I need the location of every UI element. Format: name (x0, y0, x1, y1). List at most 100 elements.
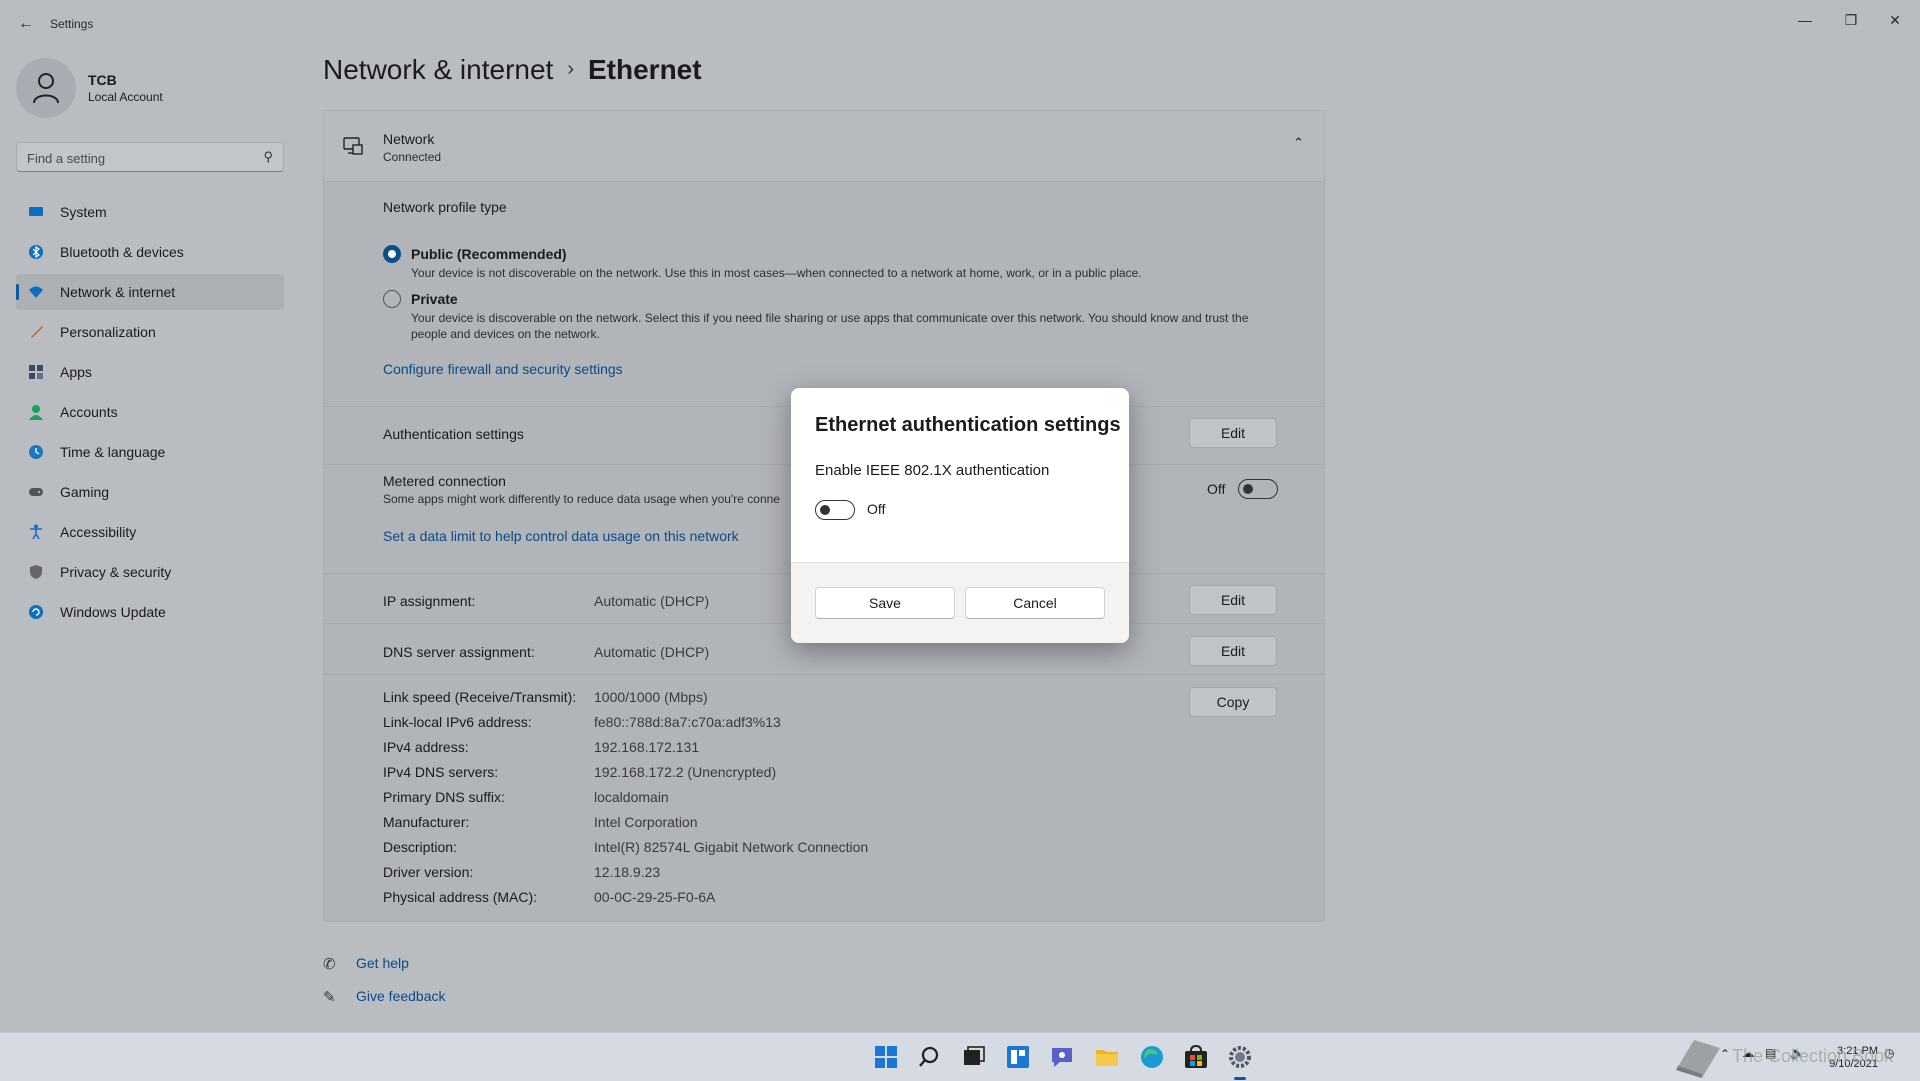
property-key: IPv4 address: (383, 739, 469, 755)
sidebar-item-apps[interactable]: Apps (16, 354, 284, 390)
sidebar-item-gaming[interactable]: Gaming (16, 474, 284, 510)
globe-clock-icon (29, 445, 43, 459)
sidebar-item-label: Accessibility (60, 524, 137, 540)
settings-icon (1229, 1046, 1251, 1068)
give-feedback-label: Give feedback (356, 988, 446, 1004)
public-description: Your device is not discoverable on the n… (411, 266, 1142, 280)
auth-settings-label: Authentication settings (383, 426, 524, 442)
ieee-toggle[interactable] (815, 500, 855, 520)
bluetooth-icon (29, 245, 43, 259)
task-view-icon[interactable] (960, 1043, 988, 1071)
property-value: fe80::788d:8a7:c70a:adf3%13 (594, 714, 781, 730)
property-key: Physical address (MAC): (383, 889, 538, 905)
network-header[interactable]: Network Connected ⌃ (324, 111, 1324, 182)
dialog-title: Ethernet authentication settings (815, 414, 1121, 436)
avatar (16, 58, 76, 118)
sidebar-item-network[interactable]: Network & internet (16, 274, 284, 310)
auth-edit-button[interactable]: Edit (1189, 418, 1277, 448)
dialog-footer: Save Cancel (791, 562, 1129, 643)
ip-edit-button[interactable]: Edit (1189, 585, 1277, 615)
watermark: The Collection Book (1670, 1032, 1893, 1080)
search-box[interactable]: ⚲ (16, 142, 284, 172)
sidebar-item-system[interactable]: System (16, 194, 284, 230)
sidebar-item-bluetooth[interactable]: Bluetooth & devices (16, 234, 284, 270)
close-icon[interactable]: ✕ (1880, 8, 1910, 32)
dns-assignment-value: Automatic (DHCP) (594, 644, 710, 660)
private-description-line2: people and devices on the network. (411, 327, 600, 341)
search-input[interactable] (25, 148, 249, 168)
network-status: Connected (383, 150, 442, 164)
sidebar-item-personalization[interactable]: Personalization (16, 314, 284, 350)
metered-description: Some apps might work differently to redu… (383, 492, 780, 506)
book-icon (1676, 1040, 1720, 1078)
ieee-toggle-label: Enable IEEE 802.1X authentication (815, 462, 1050, 479)
private-description-line1: Your device is discoverable on the netwo… (411, 311, 1249, 325)
data-limit-link[interactable]: Set a data limit to help control data us… (383, 528, 739, 544)
sidebar-item-label: System (60, 204, 107, 220)
sidebar-item-privacy-security[interactable]: Privacy & security (16, 554, 284, 590)
property-key: Driver version: (383, 864, 474, 880)
private-radio[interactable] (383, 290, 401, 308)
page-title: Ethernet (588, 54, 702, 85)
property-value: 12.18.9.23 (594, 864, 661, 880)
sidebar-item-time-language[interactable]: Time & language (16, 434, 284, 470)
divider (324, 674, 1324, 675)
shield-icon (30, 565, 42, 579)
taskbar: ⌃ ☁ ▤ 🔈 3:21 PM 9/10/2021 ◷ (0, 1032, 1920, 1081)
ethernet-auth-dialog: Ethernet authentication settings Enable … (791, 388, 1129, 643)
sidebar-item-accessibility[interactable]: Accessibility (16, 514, 284, 550)
property-value: Intel(R) 82574L Gigabit Network Connecti… (594, 839, 869, 855)
person-icon (29, 405, 43, 420)
sidebar-item-label: Bluetooth & devices (60, 244, 184, 260)
sidebar-item-label: Privacy & security (60, 564, 172, 580)
save-button[interactable]: Save (815, 587, 955, 619)
store-icon[interactable] (1182, 1043, 1210, 1071)
network-name: Network (383, 131, 435, 147)
property-value: 1000/1000 (Mbps) (594, 689, 708, 705)
copy-button[interactable]: Copy (1189, 687, 1277, 717)
arrow-left-icon[interactable]: ← (14, 12, 38, 36)
ip-assignment-label: IP assignment: (383, 593, 476, 609)
breadcrumb: Network & internet › Ethernet (323, 54, 702, 86)
public-radio[interactable] (383, 245, 401, 263)
edge-icon[interactable] (1138, 1043, 1166, 1071)
toggle-knob (820, 505, 830, 515)
property-value: 192.168.172.131 (594, 739, 700, 755)
property-key: Manufacturer: (383, 814, 470, 830)
start-icon[interactable] (872, 1043, 900, 1071)
breadcrumb-parent[interactable]: Network & internet (323, 54, 553, 85)
accessibility-icon (30, 524, 42, 540)
feedback-icon: ✎ (323, 989, 336, 1006)
firewall-settings-link[interactable]: Configure firewall and security settings (383, 361, 623, 377)
metered-toggle[interactable] (1238, 479, 1278, 499)
sidebar-item-label: Network & internet (60, 284, 176, 300)
get-help-label: Get help (356, 955, 409, 971)
property-key: IPv4 DNS servers: (383, 764, 499, 780)
chat-icon[interactable] (1048, 1043, 1076, 1071)
chevron-right-icon: › (567, 58, 574, 80)
person-icon (33, 73, 59, 104)
file-explorer-icon[interactable] (1093, 1043, 1121, 1071)
dns-edit-button[interactable]: Edit (1189, 636, 1277, 666)
private-label: Private (411, 291, 458, 307)
toggle-knob (1243, 484, 1253, 494)
search-icon[interactable]: ⚲ (263, 149, 273, 165)
sidebar-item-label: Windows Update (60, 604, 166, 620)
sidebar-item-windows-update[interactable]: Windows Update (16, 594, 284, 630)
minimize-icon[interactable]: — (1790, 8, 1820, 32)
property-value: 192.168.172.2 (Unencrypted) (594, 764, 777, 780)
sidebar-nav: System Bluetooth & devices Network & int… (16, 194, 284, 634)
property-key: Link speed (Receive/Transmit): (383, 689, 577, 705)
property-key: Link-local IPv6 address: (383, 714, 532, 730)
sidebar-item-label: Time & language (60, 444, 166, 460)
sidebar-item-accounts[interactable]: Accounts (16, 394, 284, 430)
ethernet-icon (343, 137, 363, 155)
update-icon (29, 605, 43, 619)
settings-taskbar-button[interactable] (1226, 1043, 1254, 1080)
widgets-icon[interactable] (1004, 1043, 1032, 1071)
search-icon[interactable] (917, 1043, 945, 1071)
cancel-button[interactable]: Cancel (965, 587, 1105, 619)
public-label: Public (Recommended) (411, 246, 567, 262)
chevron-up-icon[interactable]: ⌃ (1293, 135, 1304, 151)
maximize-icon[interactable]: ❐ (1836, 8, 1866, 32)
